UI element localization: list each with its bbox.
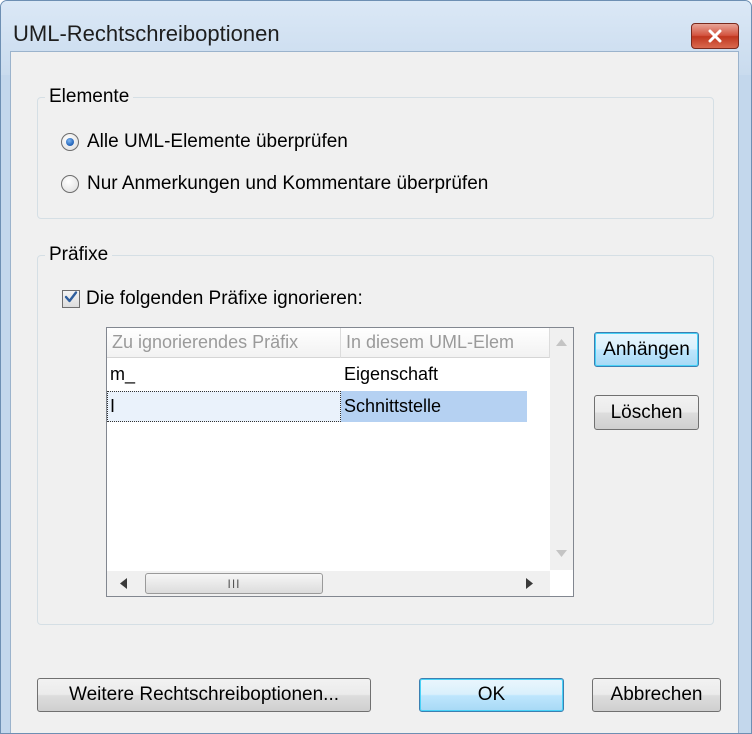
scroll-down-arrow-icon[interactable] [550, 543, 573, 563]
close-icon [707, 29, 723, 43]
table-cell-prefix[interactable]: m_ [107, 359, 341, 390]
scroll-right-arrow-icon[interactable] [519, 573, 539, 594]
radio-all-uml-elements[interactable]: Alle UML-Elemente überprüfen [61, 131, 348, 153]
horizontal-scroll-thumb[interactable]: III [145, 573, 323, 594]
horizontal-scrollbar[interactable]: III [107, 571, 550, 596]
ok-button[interactable]: OK [419, 678, 564, 712]
vertical-scrollbar[interactable] [550, 328, 573, 570]
ignore-prefixes-label: Die folgenden Präfixe ignorieren: [86, 288, 363, 309]
column-header-uml-element[interactable]: In diesem UML-Elem [341, 328, 550, 358]
radio-button[interactable] [61, 175, 79, 193]
cancel-button[interactable]: Abbrechen [592, 678, 721, 712]
ignore-prefixes-checkbox[interactable]: Die folgenden Präfixe ignorieren: [62, 288, 363, 310]
table-cell-prefix[interactable]: I [107, 391, 341, 422]
append-button[interactable]: Anhängen [594, 332, 699, 367]
delete-button[interactable]: Löschen [594, 395, 699, 430]
radio-all-uml-elements-label: Alle UML-Elemente überprüfen [87, 131, 348, 152]
table-cell-uml-element[interactable]: Schnittstelle [341, 391, 527, 422]
table-row-selected[interactable]: I Schnittstelle [107, 391, 550, 422]
prefix-table-header: Zu ignorierendes Präfix In diesem UML-El… [107, 328, 550, 358]
dialog-window: UML-Rechtschreiboptionen Elemente Alle U… [0, 0, 752, 734]
prefix-group-legend: Präfixe [45, 244, 113, 266]
scroll-up-arrow-icon[interactable] [550, 332, 573, 352]
checkmark-icon [64, 288, 78, 310]
column-header-prefix[interactable]: Zu ignorierendes Präfix [107, 328, 341, 358]
scroll-left-arrow-icon[interactable] [113, 573, 133, 594]
dialog-title: UML-Rechtschreiboptionen [13, 21, 280, 46]
elements-group [37, 97, 714, 219]
radio-comments-only-label: Nur Anmerkungen und Kommentare überprüfe… [87, 173, 489, 194]
radio-comments-only[interactable]: Nur Anmerkungen und Kommentare überprüfe… [61, 173, 488, 195]
table-row[interactable]: m_ Eigenschaft [107, 359, 550, 390]
dialog-body: Elemente Alle UML-Elemente überprüfen Nu… [10, 51, 739, 733]
table-cell-uml-element[interactable]: Eigenschaft [341, 359, 550, 390]
prefix-table[interactable]: Zu ignorierendes Präfix In diesem UML-El… [106, 327, 574, 597]
more-spelling-options-button[interactable]: Weitere Rechtschreiboptionen... [37, 678, 371, 712]
radio-button-selected[interactable] [61, 133, 79, 151]
scroll-thumb-grip: III [227, 576, 241, 591]
checkbox[interactable] [62, 290, 80, 308]
elements-group-legend: Elemente [45, 86, 134, 108]
close-button[interactable] [691, 23, 739, 49]
